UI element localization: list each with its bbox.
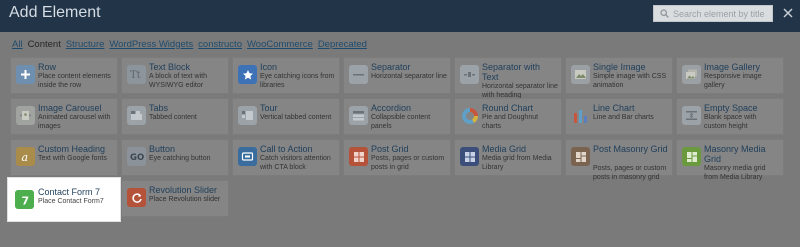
- element-post-masonry-grid[interactable]: Post Masonry Grid Posts, pages or custom…: [565, 139, 673, 181]
- line-chart-icon: [571, 106, 590, 125]
- search-placeholder: Search element by title: [673, 8, 765, 19]
- row-icon: [16, 65, 35, 84]
- element-tabs[interactable]: Tabs Tabbed content: [121, 98, 229, 135]
- element-media-grid[interactable]: Media Grid Media grid from Media Library: [454, 139, 562, 176]
- tab-all[interactable]: All: [12, 38, 23, 52]
- search-icon: [657, 6, 671, 21]
- accordion-icon: [349, 106, 368, 125]
- revolution-slider-icon: [127, 188, 146, 207]
- tabs-icon: [127, 106, 146, 125]
- element-post-grid[interactable]: Post Grid Posts, pages or custom posts i…: [343, 139, 451, 176]
- svg-text:a: a: [22, 151, 29, 162]
- tab-constructo[interactable]: constructo: [198, 38, 242, 52]
- element-line-chart[interactable]: Line Chart Line and Bar charts: [565, 98, 673, 135]
- category-tabs: All Content Structure WordPress Widgets …: [12, 38, 372, 52]
- star-icon: [238, 65, 257, 84]
- empty-space-icon: [682, 106, 701, 125]
- carousel-icon: [16, 106, 35, 125]
- text-block-icon: Tt: [127, 65, 146, 84]
- element-text-block[interactable]: Tt Text Block A block of text with WYSIW…: [121, 57, 229, 94]
- element-empty-space[interactable]: Empty Space Blank space with custom heig…: [676, 98, 784, 135]
- gallery-icon: [682, 65, 701, 84]
- element-row[interactable]: Row Place content elements inside the ro…: [10, 57, 118, 94]
- cta-icon: [238, 147, 257, 166]
- masonry-grid-icon: [571, 147, 590, 166]
- element-revolution-slider[interactable]: Revolution Slider Place Revolution slide…: [121, 180, 229, 217]
- dialog-header: Add Element Search element by title: [0, 0, 800, 32]
- search-input[interactable]: Search element by title: [653, 5, 773, 22]
- element-button[interactable]: GO Button Eye catching button: [121, 139, 229, 176]
- element-call-to-action[interactable]: Call to Action Catch visitors attention …: [232, 139, 340, 176]
- element-tour[interactable]: Tour Vertical tabbed content: [232, 98, 340, 135]
- tour-icon: [238, 106, 257, 125]
- svg-text:Tt: Tt: [130, 70, 141, 80]
- tab-deprecated[interactable]: Deprecated: [318, 38, 367, 52]
- svg-text:GO: GO: [130, 153, 144, 162]
- tab-structure[interactable]: Structure: [66, 38, 105, 52]
- close-icon[interactable]: [782, 7, 794, 19]
- dialog-title: Add Element: [9, 4, 101, 21]
- heading-icon: a: [16, 147, 35, 166]
- separator-icon: [349, 65, 368, 84]
- tab-woocommerce[interactable]: WooCommerce: [247, 38, 313, 52]
- element-single-image[interactable]: Single Image Simple image with CSS anima…: [565, 57, 673, 94]
- masonry-media-icon: [682, 147, 701, 166]
- element-separator[interactable]: Separator Horizontal separator line: [343, 57, 451, 94]
- contact-form-7-icon: 7: [15, 190, 34, 209]
- element-contact-form-7[interactable]: 7 Contact Form 7 Place Contact Form7: [7, 177, 121, 222]
- svg-text:7: 7: [21, 194, 29, 206]
- element-masonry-media-grid[interactable]: Masonry Media Grid Masonry media grid fr…: [676, 139, 784, 181]
- button-icon: GO: [127, 147, 146, 166]
- element-round-chart[interactable]: Round Chart Pie and Doughnut charts: [454, 98, 562, 135]
- element-panel: All Content Structure WordPress Widgets …: [0, 32, 800, 247]
- post-grid-icon: [349, 147, 368, 166]
- tab-content[interactable]: Content: [28, 38, 61, 52]
- element-image-carousel[interactable]: Image Carousel Animated carousel with im…: [10, 98, 118, 135]
- element-accordion[interactable]: Accordion Collapsible content panels: [343, 98, 451, 135]
- element-icon[interactable]: Icon Eye catching icons from libraries: [232, 57, 340, 94]
- separator-text-icon: [460, 65, 479, 84]
- image-icon: [571, 65, 590, 84]
- tab-wordpress-widgets[interactable]: WordPress Widgets: [109, 38, 193, 52]
- element-image-gallery[interactable]: Image Gallery Responsive image gallery: [676, 57, 784, 94]
- media-grid-icon: [460, 147, 479, 166]
- element-separator-with-text[interactable]: Separator with Text Horizontal separator…: [454, 57, 562, 99]
- round-chart-icon: [460, 106, 479, 125]
- element-custom-heading[interactable]: a Custom Heading Text with Google fonts: [10, 139, 118, 176]
